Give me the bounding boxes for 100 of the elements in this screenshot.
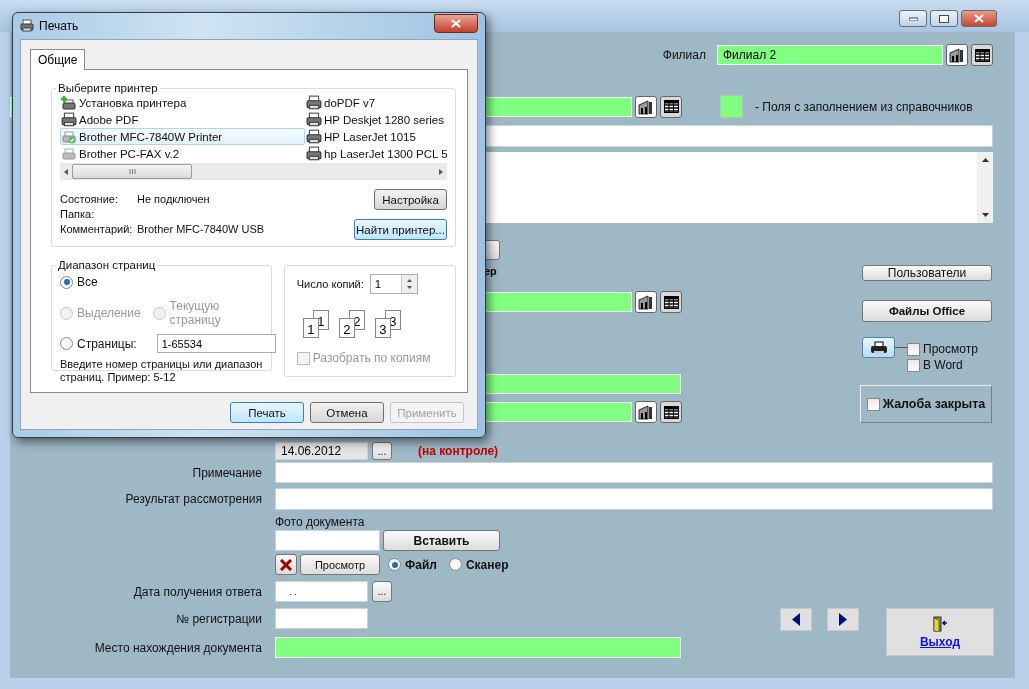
printer-item[interactable]: doPDF v7 — [305, 94, 455, 111]
status-label: Комментарий: — [60, 223, 134, 235]
setup-button[interactable]: Настройка — [374, 189, 447, 210]
close-icon — [974, 14, 984, 23]
date-field[interactable]: 14.06.2012 — [275, 442, 368, 460]
scroll-left-icon — [64, 168, 68, 175]
scroll-right-icon — [439, 168, 443, 175]
printer-icon — [306, 111, 322, 128]
table-icon — [663, 405, 679, 419]
print-option[interactable]: В Word — [907, 357, 978, 373]
date-field[interactable]: . . — [275, 581, 368, 602]
find-printer-button[interactable]: Найти принтер... — [354, 219, 447, 240]
printer-item[interactable]: HP Deskjet 1280 series — [305, 111, 455, 128]
table-button[interactable] — [660, 95, 682, 118]
scroll-up-icon — [981, 158, 989, 162]
add-printer-icon — [61, 95, 77, 110]
lookup-button[interactable] — [635, 95, 657, 118]
legend-swatch — [720, 95, 743, 118]
exit-link[interactable]: Выход — [919, 634, 961, 649]
copies-spinner[interactable]: 1 — [369, 274, 418, 294]
table-button[interactable] — [660, 291, 682, 313]
table-icon — [663, 295, 679, 309]
view-button[interactable]: Просмотр — [300, 554, 380, 575]
field-label: № регистрации — [175, 611, 262, 626]
field-label: Примечание — [191, 465, 262, 480]
status-value: Brother MFC-7840W USB — [137, 223, 265, 235]
insert-button[interactable]: Вставить — [383, 530, 500, 551]
next-button[interactable] — [827, 608, 859, 631]
status-label: Папка: — [60, 208, 96, 220]
radio-button[interactable] — [388, 558, 401, 571]
print-option[interactable]: Просмотр — [907, 341, 978, 357]
printer-icon — [306, 145, 322, 162]
radio-option[interactable]: Все — [60, 275, 98, 289]
minimize-button[interactable] — [899, 10, 927, 27]
pages-field[interactable]: 1-65534 — [156, 334, 276, 353]
table-button[interactable] — [971, 44, 993, 66]
maximize-button[interactable] — [930, 10, 958, 27]
default-printer-icon — [61, 129, 77, 144]
input-field[interactable] — [275, 608, 368, 629]
date-picker-button[interactable]: ... — [372, 442, 392, 460]
vertical-scrollbar[interactable] — [977, 152, 993, 223]
delete-button[interactable] — [275, 554, 297, 575]
printer-item[interactable]: hp LaserJet 1300 PCL 5 — [305, 145, 455, 162]
close-button[interactable] — [434, 13, 478, 33]
checkbox[interactable] — [907, 342, 920, 356]
close-icon — [451, 18, 461, 28]
radio-option[interactable]: Страницы: — [60, 336, 137, 351]
horizontal-scrollbar[interactable] — [60, 163, 447, 180]
printer-item[interactable]: Brother MFC-7840W Printer — [60, 128, 305, 145]
status-note: (на контроле) — [418, 444, 499, 458]
field-label: Филиал — [662, 48, 706, 62]
lookup-button[interactable] — [946, 44, 968, 66]
radio-option[interactable]: Сканер — [448, 557, 509, 572]
group-title: Выберите принтер — [57, 82, 159, 94]
legend-text: - Поля с заполнением из справочников — [755, 99, 973, 114]
date-picker-button[interactable]: ... — [372, 581, 392, 602]
copies-label: Число копий: — [296, 278, 364, 290]
field-label: Фото документа — [275, 515, 365, 529]
tab[interactable]: Общие — [30, 49, 86, 70]
printer-icon — [869, 340, 888, 355]
hint-text: Введите номер страницы или диапазон страниц. Пример: 5-12 — [60, 358, 263, 384]
dialog-title: Печать — [39, 19, 79, 33]
printer-icon — [61, 111, 77, 128]
table-icon — [663, 100, 679, 113]
users-button[interactable]: Пользователи — [862, 265, 992, 281]
printer-item[interactable]: HP LaserJet 1015 — [305, 128, 455, 145]
checkbox[interactable] — [907, 358, 920, 372]
status-label: Состояние: — [60, 193, 119, 205]
table-button[interactable] — [660, 401, 682, 423]
printer-item[interactable]: Adobe PDF — [60, 111, 305, 128]
radio-option[interactable]: Файл — [388, 557, 437, 572]
input-field[interactable] — [275, 462, 993, 483]
lookup-button[interactable] — [635, 401, 657, 423]
input-field[interactable] — [275, 488, 993, 510]
group-title: Диапазон страниц — [57, 259, 157, 271]
previous-button[interactable] — [780, 608, 812, 631]
office-files-button[interactable]: Файлы Office — [862, 300, 992, 322]
dialog-button[interactable]: Печать — [230, 402, 304, 423]
print-button[interactable] — [862, 337, 895, 358]
field-label: Место нахождения документа — [93, 640, 262, 655]
door-icon — [932, 615, 948, 632]
checkbox[interactable] — [866, 397, 880, 411]
printer-item[interactable]: Brother PC-FAX v.2 — [60, 145, 305, 162]
close-icon — [280, 558, 292, 571]
photo-field[interactable] — [275, 530, 380, 551]
scrollbar-thumb[interactable] — [72, 164, 192, 179]
radio-button[interactable] — [60, 337, 73, 350]
printer-item[interactable]: Установка принтера — [60, 94, 305, 111]
dialog-button[interactable]: Отмена — [310, 402, 384, 423]
grip-icon — [128, 169, 136, 174]
close-button[interactable] — [961, 10, 997, 27]
radio-button[interactable] — [448, 558, 462, 571]
input-field[interactable]: Филиал 2 — [717, 45, 943, 65]
maximize-icon — [939, 14, 949, 23]
field-label: Дата получения ответа — [132, 584, 262, 599]
scroll-down-icon — [981, 213, 989, 217]
complaint-checkbox[interactable]: Жалоба закрыта — [866, 396, 986, 412]
printer-icon — [306, 128, 322, 145]
lookup-button[interactable] — [635, 291, 657, 313]
radio-button[interactable] — [60, 275, 73, 289]
